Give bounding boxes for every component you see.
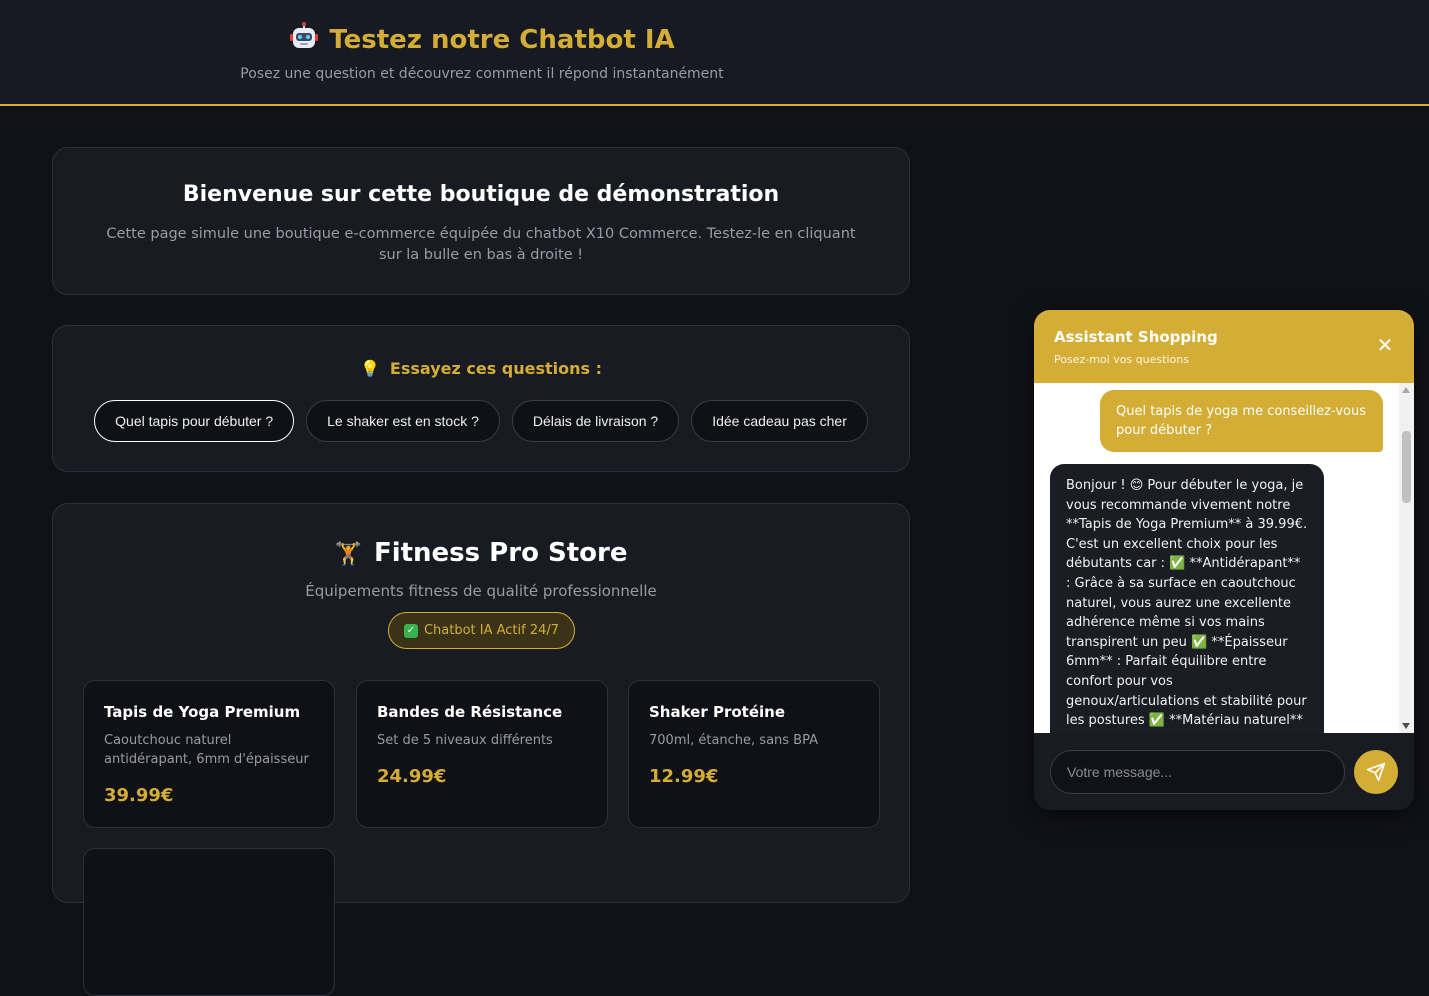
chatbot-status-badge: ✓ Chatbot IA Actif 24/7	[388, 612, 575, 649]
send-button[interactable]	[1354, 750, 1398, 794]
page-subtitle: Posez une question et découvrez comment …	[240, 66, 724, 82]
suggested-questions-card: 💡 Essayez ces questions : Quel tapis pour…	[52, 325, 910, 472]
store-subtitle: Équipements fitness de qualité professio…	[305, 582, 657, 600]
question-button-tapis[interactable]: Quel tapis pour débuter ?	[94, 400, 295, 442]
product-price: 39.99€	[104, 785, 174, 806]
close-icon[interactable]: ✕	[1374, 334, 1396, 356]
badge-label: Chatbot IA Actif 24/7	[423, 623, 560, 638]
bot-message: Bonjour ! 😊 Pour débuter le yoga, je vou…	[1050, 464, 1324, 733]
question-button-cadeau[interactable]: Idée cadeau pas cher	[691, 400, 868, 442]
welcome-text: Cette page simule une boutique e-commerc…	[106, 226, 856, 263]
product-card[interactable]: Shaker Protéine 700ml, étanche, sans BPA…	[628, 680, 880, 828]
product-price: 12.99€	[649, 766, 719, 787]
chat-subtitle: Posez-moi vos questions	[1054, 353, 1189, 366]
user-message: Quel tapis de yoga me conseillez-vous po…	[1100, 390, 1383, 452]
chat-messages[interactable]: Quel tapis de yoga me conseillez-vous po…	[1034, 383, 1414, 733]
product-card[interactable]	[83, 848, 335, 996]
product-name: Tapis de Yoga Premium	[104, 703, 301, 721]
questions-title: 💡 Essayez ces questions :	[53, 359, 909, 378]
lightbulb-icon: 💡	[359, 359, 380, 378]
chat-header: Assistant Shopping Posez-moi vos questio…	[1034, 310, 1414, 383]
product-description: Set de 5 niveaux différents	[377, 733, 553, 748]
questions-title-text: Essayez ces questions :	[389, 359, 603, 378]
product-card[interactable]: Bandes de Résistance Set de 5 niveaux di…	[356, 680, 608, 828]
welcome-title: Bienvenue sur cette boutique de démonstr…	[182, 182, 780, 207]
page-title-text: Testez notre Chatbot IA	[329, 25, 675, 55]
product-price: 24.99€	[377, 766, 447, 787]
checkmark-icon: ✓	[403, 623, 418, 638]
chat-widget: Assistant Shopping Posez-moi vos questio…	[1034, 310, 1414, 810]
question-button-livraison[interactable]: Délais de livraison ?	[511, 400, 680, 442]
questions-row: Quel tapis pour débuter ? Le shaker est …	[53, 400, 909, 442]
scroll-down-arrow-icon[interactable]	[1402, 723, 1410, 729]
chat-message-input[interactable]	[1050, 750, 1345, 794]
question-button-shaker[interactable]: Le shaker est en stock ?	[306, 400, 500, 442]
product-name: Shaker Protéine	[649, 703, 786, 721]
product-description: Caoutchouc naturel antidérapant, 6mm d'é…	[104, 733, 309, 767]
scroll-thumb[interactable]	[1402, 431, 1411, 503]
product-name: Bandes de Résistance	[377, 703, 563, 721]
welcome-card: Bienvenue sur cette boutique de démonstr…	[52, 147, 910, 295]
send-icon	[1366, 762, 1386, 782]
dumbbell-icon: 🏋️	[334, 542, 362, 567]
page-header: Testez notre Chatbot IA Posez une questi…	[0, 0, 1429, 106]
product-card[interactable]: Tapis de Yoga Premium Caoutchouc naturel…	[83, 680, 335, 828]
chat-scrollbar[interactable]	[1399, 383, 1414, 733]
store-title: 🏋️ Fitness Pro Store	[53, 538, 909, 568]
scroll-up-arrow-icon[interactable]	[1402, 387, 1410, 393]
store-card: 🏋️ Fitness Pro Store Équipements fitness …	[52, 503, 910, 996]
chat-title: Assistant Shopping	[1054, 328, 1218, 346]
product-description: 700ml, étanche, sans BPA	[649, 733, 819, 748]
page-title: Testez notre Chatbot IA	[0, 22, 964, 55]
store-title-text: Fitness Pro Store	[373, 538, 628, 568]
robot-icon	[290, 22, 319, 48]
